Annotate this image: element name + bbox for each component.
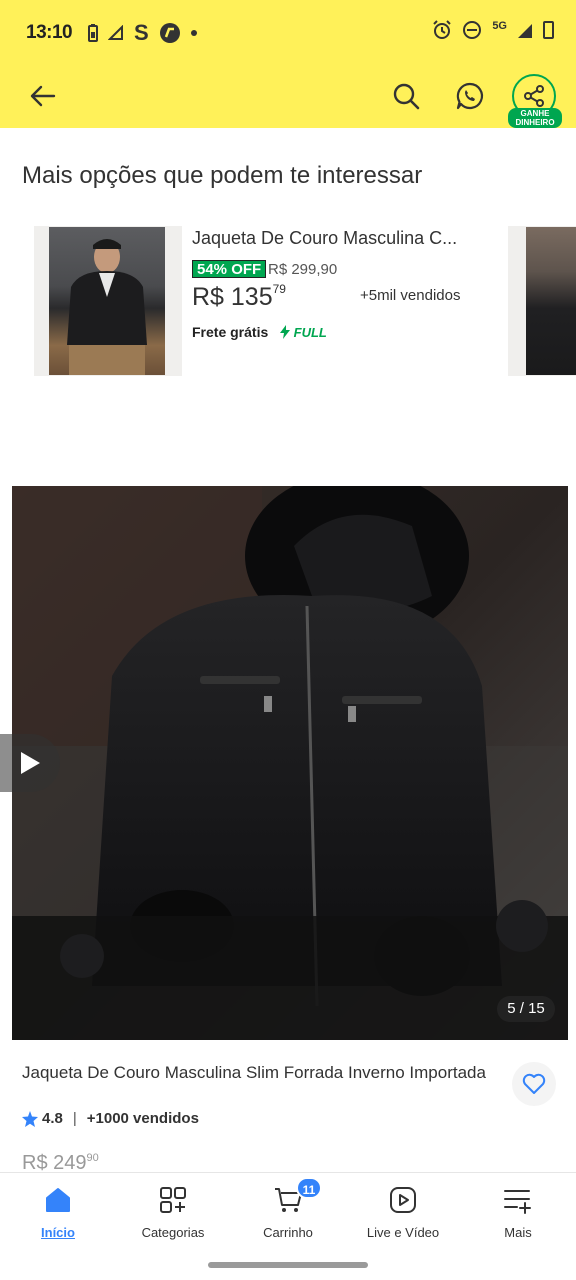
nav-item-more[interactable]: Mais [468,1183,568,1243]
signal-a-icon [108,25,123,40]
heart-icon [522,1073,546,1094]
categories-icon [160,1187,186,1213]
arrow-left-icon [30,85,56,107]
battery-saver-icon [88,24,98,42]
whatsapp-icon [456,82,484,110]
notification-dot [190,30,197,36]
nav-label-live-video: Live e Vídeo [366,1225,440,1240]
lightning-icon [280,325,290,339]
rating-separator: | [72,1110,77,1127]
old-price: R$ 299,90 [268,261,338,278]
free-shipping-label: Frete grátis [192,324,269,340]
recommendation-card[interactable]: Jaqueta De Couro Masculina C... 54% OFF … [34,226,474,376]
play-video-button[interactable] [0,734,60,792]
s-app-icon: S [134,20,149,45]
sold-count: +5mil vendidos [360,287,461,304]
share-icon [524,85,544,107]
section-title: Mais opções que podem te interessar [22,162,423,189]
product-title: Jaqueta De Couro Masculina Slim Forrada … [22,1063,486,1082]
rating-row[interactable]: 4.8 | +1000 vendidos [22,1110,199,1127]
play-icon [21,752,40,774]
alarm-icon [433,20,452,39]
network-label: 5G [492,20,507,32]
nav-item-live-video[interactable]: Live e Vídeo [353,1183,453,1243]
gesture-home-bar[interactable] [208,1262,368,1268]
battery-icon [543,21,554,39]
hand-app-icon [159,23,180,43]
product-main-image[interactable] [12,486,568,1040]
rating-value: 4.8 [42,1110,63,1127]
jacket-model-image [67,239,147,375]
share-earn-button[interactable]: GANHE DINHEIRO [508,72,562,128]
recommendation-price: R$ 13579 [192,282,286,311]
status-time: 13:10 [26,22,73,43]
menu-plus-icon [504,1190,531,1214]
nav-label-cart: Carrinho [263,1225,313,1240]
discount-badge: 54% OFF [192,260,267,278]
sold-count: +1000 vendidos [86,1110,199,1127]
nav-item-categories[interactable]: Categorias [123,1183,223,1243]
favorite-button[interactable] [512,1062,556,1106]
search-button[interactable] [386,76,426,116]
nav-label-categories: Categorias [141,1225,205,1240]
next-product-thumbnail [526,227,576,375]
jacket-rider-photo [12,486,568,1040]
nav-label-more: Mais [504,1225,532,1240]
next-recommendation-card[interactable] [508,226,576,376]
star-icon [22,1110,38,1127]
5g-signal-icon [518,24,532,38]
whatsapp-button[interactable] [450,76,490,116]
full-badge: FULL [280,325,327,340]
status-bar: 13:10 S 5G [0,0,576,64]
nav-item-cart[interactable]: 11 Carrinho [238,1177,338,1243]
app-bar: GANHE DINHEIRO [0,64,576,128]
image-counter: 5 / 15 [497,996,555,1022]
cart-count-badge: 11 [296,1177,322,1199]
dnd-icon [463,21,482,39]
home-icon [46,1188,70,1212]
earn-money-badge: GANHE DINHEIRO [508,108,562,128]
nav-label-home: Início [41,1225,75,1240]
nav-item-home[interactable]: Início [8,1183,108,1243]
search-icon [393,83,420,110]
product-thumbnail [34,226,182,376]
recommendation-title: Jaqueta De Couro Masculina C... [192,228,458,248]
play-icon [390,1187,416,1213]
back-button[interactable] [24,78,62,114]
